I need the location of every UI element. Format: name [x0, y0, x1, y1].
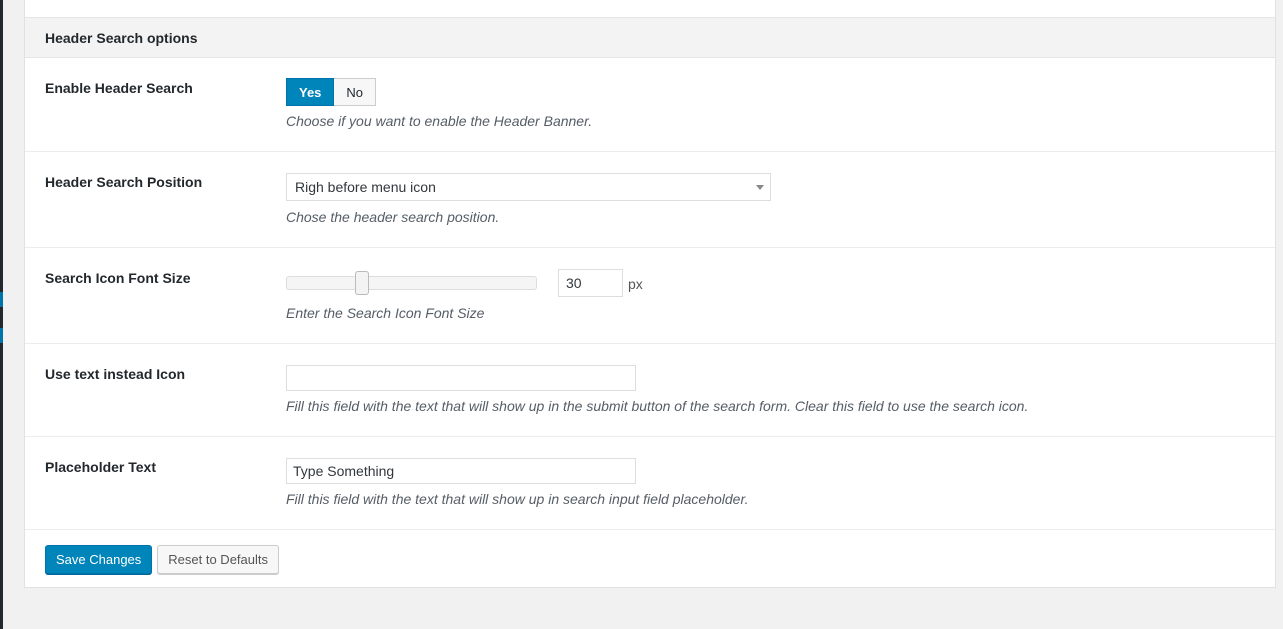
admin-sidebar-edge	[0, 0, 3, 629]
text-instead-icon-input[interactable]	[286, 365, 636, 391]
row-enable-header-search: Enable Header Search Yes No Choose if yo…	[25, 58, 1275, 152]
toggle-yes-button[interactable]: Yes	[286, 78, 335, 106]
placeholder-text-input[interactable]	[286, 458, 636, 484]
search-icon-font-size-label: Search Icon Font Size	[45, 270, 191, 286]
top-strip	[25, 0, 1275, 18]
font-size-slider[interactable]	[286, 271, 537, 295]
search-icon-font-size-description: Enter the Search Icon Font Size	[286, 305, 485, 321]
header-search-position-select[interactable]: Righ before menu icon	[286, 173, 771, 201]
font-size-unit: px	[628, 276, 643, 292]
section-header: Header Search options	[25, 18, 1275, 58]
toggle-no-button[interactable]: No	[334, 78, 377, 106]
sidebar-active-marker	[0, 292, 3, 307]
placeholder-text-label: Placeholder Text	[45, 459, 157, 475]
row-header-search-position: Header Search Position Righ before menu …	[25, 152, 1275, 248]
enable-header-search-description: Choose if you want to enable the Header …	[286, 113, 593, 129]
save-changes-button[interactable]: Save Changes	[45, 545, 153, 574]
header-search-position-label: Header Search Position	[45, 174, 203, 190]
options-panel: Header Search options Enable Header Sear…	[24, 0, 1276, 588]
row-placeholder-text: Placeholder Text Fill this field with th…	[25, 437, 1275, 530]
row-search-icon-font-size: Search Icon Font Size 30 px Enter the Se…	[25, 248, 1275, 344]
header-search-position-description: Chose the header search position.	[286, 209, 500, 225]
use-text-instead-icon-label: Use text instead Icon	[45, 366, 186, 382]
form-actions: Save Changes Reset to Defaults	[45, 545, 279, 574]
enable-header-search-toggle: Yes No	[286, 78, 377, 106]
font-size-input[interactable]: 30	[558, 269, 623, 297]
use-text-instead-icon-description: Fill this field with the text that will …	[286, 398, 1029, 414]
select-value: Righ before menu icon	[295, 179, 436, 195]
section-title: Header Search options	[45, 29, 198, 46]
sidebar-active-marker	[0, 328, 3, 343]
placeholder-text-description: Fill this field with the text that will …	[286, 491, 749, 507]
chevron-down-icon	[756, 185, 764, 190]
enable-header-search-label: Enable Header Search	[45, 80, 193, 96]
reset-to-defaults-button[interactable]: Reset to Defaults	[157, 545, 279, 574]
row-use-text-instead-icon: Use text instead Icon Fill this field wi…	[25, 344, 1275, 437]
slider-handle[interactable]	[355, 271, 369, 295]
